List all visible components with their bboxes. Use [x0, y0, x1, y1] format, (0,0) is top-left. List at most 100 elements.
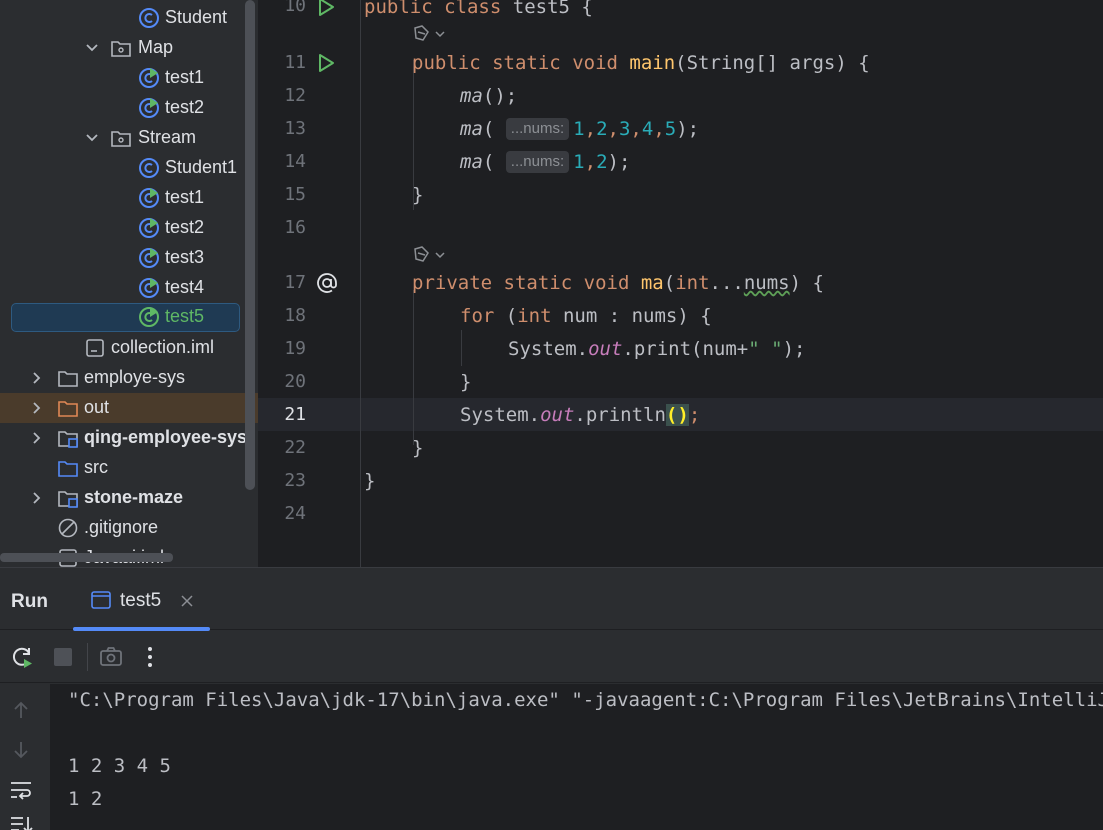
method-call: ma	[460, 118, 483, 140]
arrow-up-icon[interactable]	[11, 700, 31, 720]
rerun-icon[interactable]	[9, 644, 35, 670]
number-literal: 1	[573, 118, 585, 140]
tree-item-label: Map	[138, 37, 174, 57]
keyword: class	[444, 0, 502, 18]
chevron-right-icon[interactable]	[30, 491, 44, 505]
code-line-21[interactable]: System.out.println();	[460, 400, 700, 430]
run-gutter-icon[interactable]	[316, 0, 336, 17]
tree-item-out[interactable]: out	[0, 393, 258, 423]
code-line-11[interactable]: public static void main(String[] args) {	[412, 48, 870, 78]
soft-wrap-icon[interactable]	[9, 779, 33, 801]
package-icon	[110, 127, 132, 149]
code-text: num : nums) {	[551, 305, 712, 327]
method-name: ma	[640, 272, 664, 294]
at-sign-icon[interactable]	[316, 272, 338, 294]
code-text: .print(num+	[622, 338, 749, 360]
run-gutter-icon[interactable]	[316, 53, 336, 73]
code-line-23[interactable]: }	[364, 466, 375, 496]
run-panel-title: Run	[11, 591, 48, 612]
tree-item-label: collection.iml	[111, 337, 215, 357]
chevron-down-icon[interactable]	[85, 41, 99, 55]
ignored-file-icon	[57, 517, 79, 539]
keyword: public	[412, 52, 481, 74]
keyword: void	[583, 272, 630, 294]
tree-item-map-test1[interactable]: test1	[0, 63, 258, 93]
tree-item-map-test2[interactable]: test2	[0, 93, 258, 123]
chevron-right-icon[interactable]	[30, 371, 44, 385]
scroll-to-end-icon[interactable]	[9, 814, 33, 830]
tree-item-src[interactable]: src	[0, 453, 258, 483]
tree-item-stream-test4[interactable]: test4	[0, 273, 258, 303]
tab-test5[interactable]: test5	[73, 568, 210, 631]
code-line-22[interactable]: }	[412, 433, 423, 463]
tree-item-label: src	[84, 457, 108, 477]
tree-item-label: test3	[165, 247, 205, 267]
line-number: 17	[284, 272, 306, 293]
code-editor[interactable]: 10 11 12 13 14 15 16 17 18 19 20 21 22 2…	[258, 0, 1103, 567]
tree-item-student[interactable]: Student	[0, 3, 258, 33]
runnable-class-icon	[138, 97, 160, 119]
line-number: 20	[284, 371, 306, 392]
console-output[interactable]: "C:\Program Files\Java\jdk-17\bin\java.e…	[50, 684, 1103, 830]
tree-item-gitignore[interactable]: .gitignore	[0, 513, 258, 543]
tree-item-stream[interactable]: Stream	[0, 123, 258, 153]
tree-item-label: out	[84, 397, 110, 417]
runnable-class-icon	[138, 306, 160, 328]
horizontal-scrollbar[interactable]	[0, 553, 173, 562]
tree-item-stream-test2[interactable]: test2	[0, 213, 258, 243]
tree-item-employe-sys[interactable]: employe-sys	[0, 363, 258, 393]
chevron-down-icon[interactable]	[85, 131, 99, 145]
tree-item-stone-maze[interactable]: stone-maze	[0, 483, 258, 513]
tree-item-label: stone-maze	[84, 487, 184, 507]
console-line: 1 2	[68, 788, 103, 810]
code-text: (	[494, 305, 518, 327]
chevron-right-icon[interactable]	[30, 401, 44, 415]
vertical-scrollbar[interactable]	[245, 0, 255, 490]
code-text: System.	[508, 338, 589, 360]
arrow-down-icon[interactable]	[11, 740, 31, 760]
line-number: 24	[284, 503, 306, 524]
more-options-icon[interactable]	[137, 644, 163, 670]
code-text: );	[607, 151, 631, 173]
code-line-14[interactable]: ma( ...nums: 1,2);	[460, 147, 630, 177]
console-line: 1 2 3 4 5	[68, 755, 171, 777]
code-line-15[interactable]: }	[412, 180, 423, 210]
tree-item-qing-employee-sys[interactable]: qing-employee-sys	[0, 423, 258, 453]
number-literal: 2	[596, 151, 608, 173]
code-line-18[interactable]: for (int num : nums) {	[460, 301, 712, 331]
close-icon[interactable]	[181, 595, 193, 607]
tree-item-stream-test1[interactable]: test1	[0, 183, 258, 213]
code-text: );	[782, 338, 806, 360]
tree-item-map[interactable]: Map	[0, 33, 258, 63]
stop-icon[interactable]	[50, 644, 76, 670]
tree-item-label: test4	[165, 277, 205, 297]
parameter-hint: ...nums:	[505, 151, 570, 173]
project-tool-window: Student Map test1 test2 Stream Student1 …	[0, 0, 258, 567]
console-side-toolbar	[0, 684, 50, 830]
tree-item-stream-test5[interactable]: test5	[0, 302, 258, 332]
code-text: ;	[688, 404, 701, 426]
chevron-right-icon[interactable]	[30, 431, 44, 445]
keyword: int	[675, 272, 710, 294]
code-text: .println	[574, 404, 666, 426]
class-icon	[138, 157, 160, 179]
code-line-10[interactable]: public class test5 {	[364, 0, 593, 22]
code-text: (	[482, 151, 495, 173]
code-line-19[interactable]: System.out.print(num+" ");	[508, 334, 805, 364]
code-line-13[interactable]: ma( ...nums: 1,2,3,4,5);	[460, 114, 699, 144]
keyword: static	[503, 272, 573, 294]
line-number: 15	[284, 184, 306, 205]
tree-item-student1[interactable]: Student1	[0, 153, 258, 183]
ai-actions-icon[interactable]	[412, 24, 448, 44]
method-call: ma	[460, 85, 483, 107]
code-line-12[interactable]: ma();	[460, 81, 517, 111]
camera-icon[interactable]	[98, 644, 124, 670]
code-line-17[interactable]: private static void ma(int...nums) {	[412, 268, 824, 298]
parameter-name: nums	[743, 272, 790, 294]
tree-item-stream-test3[interactable]: test3	[0, 243, 258, 273]
ai-actions-icon[interactable]	[412, 245, 448, 265]
indent-guide	[413, 290, 414, 445]
string-literal: " "	[748, 338, 783, 360]
tree-item-collection-iml[interactable]: collection.iml	[0, 333, 258, 363]
code-line-20[interactable]: }	[460, 367, 471, 397]
